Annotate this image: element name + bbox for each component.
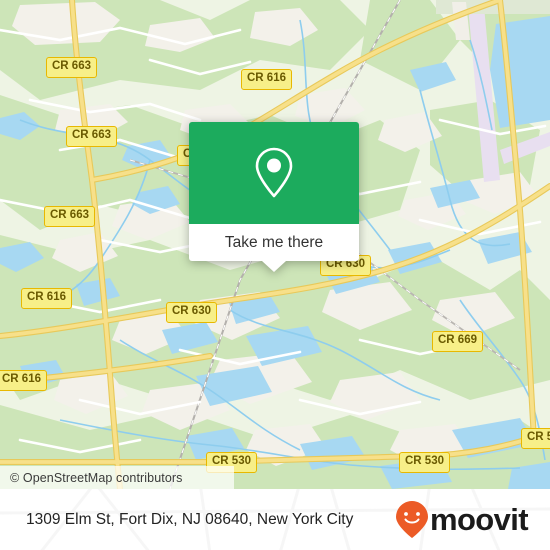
- road-shield-cr-663: CR 663: [66, 126, 117, 147]
- map-pin-icon: [255, 147, 293, 198]
- popup-image-area: [189, 122, 359, 224]
- road-shield-cr-530: CR 530: [399, 452, 450, 473]
- location-popup-card[interactable]: Take me there: [189, 122, 359, 272]
- footer-bar: 1309 Elm St, Fort Dix, NJ 08640, New Yor…: [0, 489, 550, 550]
- popup-tail: [262, 261, 286, 272]
- road-shield-cr-530: CR 530: [521, 428, 550, 449]
- road-shield-cr-616: CR 616: [21, 288, 72, 309]
- road-shield-cr-663: CR 663: [44, 206, 95, 227]
- map-attribution[interactable]: © OpenStreetMap contributors: [0, 466, 234, 489]
- moovit-pin-icon: [395, 500, 428, 538]
- road-shield-cr-616: CR 616: [0, 370, 47, 391]
- road-shield-cr-669: CR 669: [432, 331, 483, 352]
- attribution-text: © OpenStreetMap contributors: [10, 470, 183, 485]
- moovit-logo[interactable]: moovit: [395, 500, 529, 540]
- road-shield-cr-630: CR 630: [166, 302, 217, 323]
- address-text: 1309 Elm St, Fort Dix, NJ 08640, New Yor…: [26, 510, 354, 528]
- road-shield-cr-663: CR 663: [46, 57, 97, 78]
- take-me-there-label: Take me there: [224, 233, 324, 251]
- take-me-there-button[interactable]: Take me there: [189, 224, 359, 272]
- moovit-wordmark: moovit: [429, 502, 529, 537]
- road-shield-cr-616: CR 616: [241, 69, 292, 90]
- map-screenshot: CR 663CR 616CR 663CR 663CR 663CR 616CR 6…: [0, 0, 550, 550]
